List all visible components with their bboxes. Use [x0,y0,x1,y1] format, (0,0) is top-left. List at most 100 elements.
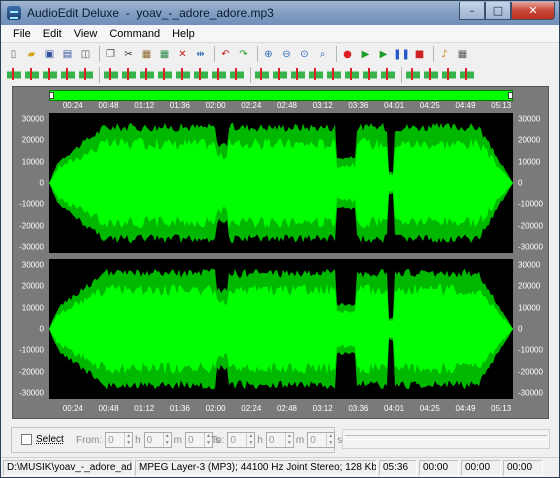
amplitude-tick-label: 0 [518,178,523,188]
band-pass-icon[interactable] [344,68,359,83]
silence-icon[interactable] [78,68,93,83]
mix-paste-icon[interactable]: ▦ [157,47,172,62]
right-channel-amplitude-axis-right: 30000 20000 10000 0 -10000 -20000 -30000 [515,259,549,399]
waveform-panel: 00:24 00:48 01:12 01:36 02:00 02:24 02:48 03:12… [12,86,549,419]
from-label: From: [76,434,103,446]
right-channel-amplitude-axis: 30000 20000 10000 0 -10000 -20000 -30000 [13,259,47,399]
reverb-icon[interactable] [121,68,136,83]
left-channel-waveform[interactable] [49,113,513,253]
properties-icon[interactable]: ◫ [78,47,93,62]
status-selection-length: 00:00 [503,459,543,476]
play-icon[interactable]: ▶ [358,47,373,62]
overview-start-handle[interactable] [49,92,54,99]
unit-m-label: m [173,434,183,446]
title-bar[interactable]: AudioEdit Deluxe - yoav_-_adore_adore.mp… [1,1,559,25]
mono-icon[interactable] [441,68,456,83]
sound-settings-icon[interactable]: ♪ [437,47,452,62]
toolbar-separator [257,46,258,62]
toolbar-separator [250,67,251,83]
amplitude-tick-label: 10000 [21,157,44,167]
menu-command[interactable]: Command [103,28,166,40]
noise-reduction-icon[interactable] [405,68,420,83]
tempo-icon[interactable] [229,68,244,83]
maximize-button[interactable]: □ [485,2,511,20]
select-checkbox[interactable] [21,434,32,445]
amplify-icon[interactable] [6,68,21,83]
timeline-tick-label: 04:49 [455,404,476,413]
dc-offset-icon[interactable] [459,68,474,83]
echo-icon[interactable] [103,68,118,83]
vibrato-icon[interactable] [175,68,190,83]
cut-icon[interactable]: ✂ [121,47,136,62]
tremolo-icon[interactable] [193,68,208,83]
audioedit-app-icon[interactable] [7,6,21,20]
from-hours-field[interactable]: 0 ▲ ▼ [105,432,134,448]
zoom-selection-icon[interactable]: ⊙ [297,47,312,62]
amplitude-tick-label: -20000 [19,367,44,377]
undo-icon[interactable]: ↶ [218,47,233,62]
low-pass-icon[interactable] [362,68,377,83]
pause-icon[interactable]: ❚❚ [393,47,410,62]
status-file-path: D:\MUSIK\yoav_-_adore_adore [3,459,133,476]
unit-h-label: h [135,434,141,446]
reverse-icon[interactable] [254,68,269,83]
amplitude-tick-label: -10000 [518,345,543,355]
save-icon[interactable]: ▣ [42,47,57,62]
select-label[interactable]: Select [36,434,64,445]
menu-edit[interactable]: Edit [37,28,68,40]
normalize-icon[interactable] [24,68,39,83]
invert-icon[interactable] [272,68,287,83]
menu-view[interactable]: View [68,28,104,40]
save-as-icon[interactable]: ▤ [60,47,75,62]
amplitude-tick-label: 30000 [518,260,541,270]
pitch-icon[interactable] [211,68,226,83]
toolbar-separator [401,67,402,83]
from-minutes-field[interactable]: 0 ▲ ▼ [143,432,172,448]
trim-icon[interactable]: ⇹ [193,47,208,62]
redo-icon[interactable]: ↷ [236,47,251,62]
waveform-overview-bar[interactable] [49,90,513,101]
high-pass-icon[interactable] [380,68,395,83]
amplitude-tick-label: 20000 [518,281,541,291]
fade-in-icon[interactable] [42,68,57,83]
amplitude-tick-label: 20000 [21,281,44,291]
overview-end-handle[interactable] [508,92,513,99]
amplitude-tick-label: -20000 [518,221,543,231]
chorus-icon[interactable] [139,68,154,83]
to-seconds-field[interactable]: 0 ▲ ▼ [307,432,336,448]
app-window: AudioEdit Deluxe - yoav_-_adore_adore.mp… [0,0,560,478]
close-button[interactable]: ✕ [511,2,555,20]
menu-bar: File Edit View Command Help [1,25,559,43]
record-icon[interactable]: ● [340,47,355,62]
menu-file[interactable]: File [7,28,37,40]
from-seconds-field[interactable]: 0 ▲ ▼ [185,432,214,448]
progress-indicator [342,429,550,449]
to-hours-field[interactable]: 0 ▲ ▼ [227,432,256,448]
timeline-tick-label: 00:48 [98,404,119,413]
right-channel-waveform[interactable] [49,259,513,399]
flanger-icon[interactable] [157,68,172,83]
copy-icon[interactable]: ❐ [103,47,118,62]
zoom-out-icon[interactable]: ⊖ [279,47,294,62]
paste-icon[interactable]: ▦ [139,47,154,62]
zoom-all-icon[interactable]: ⌕ [315,47,330,62]
play-selection-icon[interactable]: ▶ [376,47,391,62]
zoom-in-icon[interactable]: ⊕ [261,47,276,62]
stop-icon[interactable]: ■ [412,47,427,62]
menu-help[interactable]: Help [166,28,201,40]
to-label: To: [211,434,225,446]
stereo-icon[interactable] [423,68,438,83]
options-icon[interactable]: ▦ [455,47,470,62]
new-file-icon[interactable]: ▯ [6,47,21,62]
fade-out-icon[interactable] [60,68,75,83]
amplitude-tick-label: 10000 [518,157,541,167]
to-minutes-field[interactable]: 0 ▲ ▼ [265,432,294,448]
minimize-button[interactable]: – [459,2,485,20]
amplitude-tick-label: -10000 [518,199,543,209]
open-folder-icon[interactable]: ▰ [24,47,39,62]
noise-gate-icon[interactable] [308,68,323,83]
compressor-icon[interactable] [290,68,305,83]
amplitude-tick-label: -10000 [19,199,44,209]
equalizer-icon[interactable] [326,68,341,83]
delete-icon[interactable]: ✕ [175,47,190,62]
